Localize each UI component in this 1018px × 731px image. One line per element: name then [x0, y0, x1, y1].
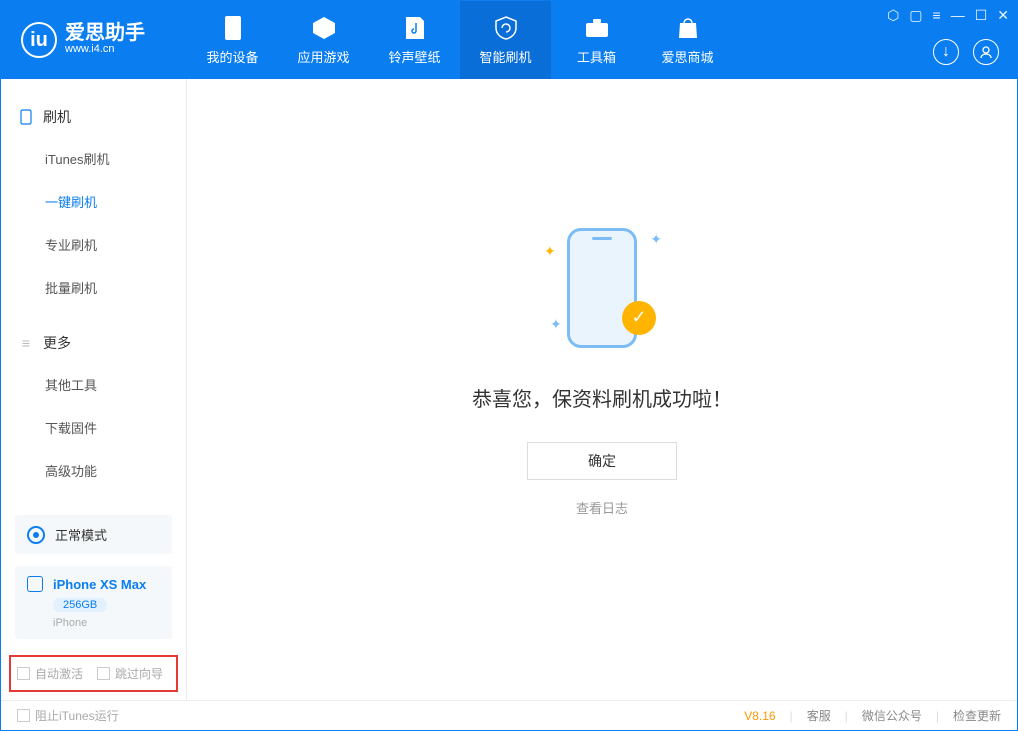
footer-link-support[interactable]: 客服	[807, 707, 831, 724]
sidebar-item-other-tools[interactable]: 其他工具	[1, 363, 186, 406]
app-logo-icon: iu	[21, 22, 57, 58]
checkbox-icon	[17, 709, 30, 722]
close-button[interactable]: ✕	[997, 7, 1009, 24]
mode-icon	[27, 526, 45, 544]
tab-store[interactable]: 爱思商城	[642, 1, 733, 79]
list-icon: ≡	[19, 336, 33, 350]
tab-my-device[interactable]: 我的设备	[187, 1, 278, 79]
checkbox-icon	[97, 667, 110, 680]
download-icon[interactable]: ↓	[933, 39, 959, 65]
feedback-icon[interactable]: ▢	[909, 7, 922, 24]
sidebar-item-download-firmware[interactable]: 下载固件	[1, 406, 186, 449]
logo-area: iu 爱思助手 www.i4.cn	[1, 22, 187, 58]
sidebar-group-more: ≡ 更多	[1, 323, 186, 363]
footer-link-wechat[interactable]: 微信公众号	[862, 707, 922, 724]
sparkle-icon: ✦	[650, 231, 662, 248]
success-message: 恭喜您，保资料刷机成功啦！	[472, 383, 732, 412]
nav-tabs: 我的设备 应用游戏 铃声壁纸 智能刷机 工具箱 爱思商城	[187, 1, 733, 79]
tab-apps-games[interactable]: 应用游戏	[278, 1, 369, 79]
tab-smart-flash[interactable]: 智能刷机	[460, 1, 551, 79]
menu-icon[interactable]: ≡	[933, 7, 941, 24]
sparkle-icon: ✦	[544, 243, 556, 260]
checkmark-badge-icon: ✓	[622, 301, 656, 335]
cube-icon	[311, 15, 337, 41]
device-card[interactable]: iPhone XS Max 256GB iPhone	[15, 566, 172, 639]
sidebar-item-itunes-flash[interactable]: iTunes刷机	[1, 137, 186, 180]
bag-icon	[675, 15, 701, 41]
device-capacity: 256GB	[53, 598, 107, 612]
shirt-icon[interactable]: ⬡	[887, 7, 899, 24]
app-subtitle: www.i4.cn	[65, 43, 145, 56]
tab-ringtones[interactable]: 铃声壁纸	[369, 1, 460, 79]
footer-link-update[interactable]: 检查更新	[953, 707, 1001, 724]
sidebar-item-batch-flash[interactable]: 批量刷机	[1, 266, 186, 309]
app-header: iu 爱思助手 www.i4.cn 我的设备 应用游戏 铃声壁纸 智能刷机 工具…	[1, 1, 1017, 79]
user-icon[interactable]	[973, 39, 999, 65]
tab-toolbox[interactable]: 工具箱	[551, 1, 642, 79]
toolbox-icon	[584, 15, 610, 41]
options-highlight-box: 自动激活 跳过向导	[9, 655, 178, 692]
device-phone-icon	[27, 576, 43, 592]
sparkle-icon: ✦	[550, 316, 562, 333]
checkbox-icon	[17, 667, 30, 680]
view-log-link[interactable]: 查看日志	[576, 498, 628, 517]
version-label: V8.16	[744, 709, 775, 723]
checkbox-block-itunes[interactable]: 阻止iTunes运行	[17, 707, 119, 724]
main-content: ✦ ✦ ✦ ✓ 恭喜您，保资料刷机成功啦！ 确定 查看日志	[187, 79, 1017, 700]
success-illustration: ✦ ✦ ✦ ✓	[542, 223, 662, 353]
ok-button[interactable]: 确定	[527, 442, 677, 480]
checkbox-auto-activate[interactable]: 自动激活	[17, 665, 83, 682]
device-icon	[220, 15, 246, 41]
minimize-button[interactable]: —	[951, 7, 965, 24]
sidebar-group-flash: 刷机	[1, 97, 186, 137]
mode-card[interactable]: 正常模式	[15, 515, 172, 554]
sidebar-item-pro-flash[interactable]: 专业刷机	[1, 223, 186, 266]
footer: 阻止iTunes运行 V8.16 | 客服 | 微信公众号 | 检查更新	[1, 700, 1017, 730]
sidebar: 刷机 iTunes刷机 一键刷机 专业刷机 批量刷机 ≡ 更多 其他工具 下载固…	[1, 79, 187, 700]
checkbox-skip-guide[interactable]: 跳过向导	[97, 665, 163, 682]
mode-label: 正常模式	[55, 525, 107, 544]
window-controls: ⬡ ▢ ≡ — ☐ ✕	[887, 7, 1009, 24]
maximize-button[interactable]: ☐	[975, 7, 988, 24]
music-file-icon	[402, 15, 428, 41]
shield-refresh-icon	[493, 15, 519, 41]
phone-icon	[19, 110, 33, 124]
sidebar-item-oneclick-flash[interactable]: 一键刷机	[1, 180, 186, 223]
app-title: 爱思助手	[65, 23, 145, 43]
device-type: iPhone	[53, 617, 160, 629]
device-name: iPhone XS Max	[53, 577, 146, 592]
sidebar-item-advanced[interactable]: 高级功能	[1, 449, 186, 492]
